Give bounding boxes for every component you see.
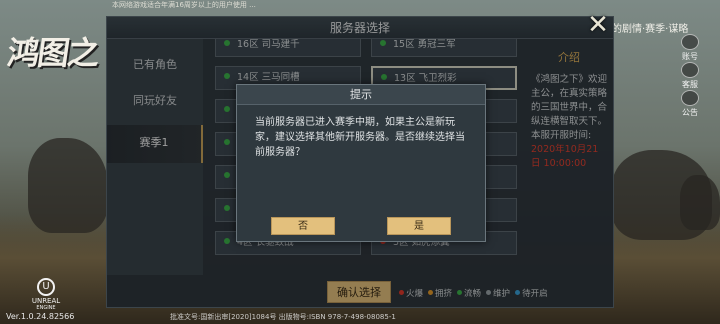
support-button[interactable]: 客服 (670, 62, 710, 90)
account-label: 账号 (682, 52, 698, 61)
confirm-dialog: 提示 当前服务器已进入赛季中期，如果主公是新玩家，建议选择其他新开服务器。是否继… (236, 84, 486, 242)
version-label: Ver.1.0.24.82566 (6, 312, 75, 321)
support-label: 客服 (682, 80, 698, 89)
health-notice: 本网络游戏适合年满16周岁以上的用户使用 ... (112, 1, 256, 9)
unreal-engine-icon: U (37, 278, 55, 296)
game-logo: 鸿图之 (5, 34, 101, 72)
background-horse-rider (28, 138, 108, 233)
dialog-title: 提示 (237, 85, 485, 105)
dialog-message: 当前服务器已进入赛季中期，如果主公是新玩家，建议选择其他新开服务器。是否继续选择… (255, 117, 465, 158)
no-button[interactable]: 否 (271, 217, 335, 235)
account-button[interactable]: 账号 (670, 34, 710, 62)
user-icon (681, 34, 699, 50)
banner-text: 的剧情·赛季·谋略 (612, 24, 689, 35)
support-icon (681, 62, 699, 78)
announcement-label: 公告 (682, 108, 698, 117)
announcement-button[interactable]: 公告 (670, 90, 710, 118)
background-soldier (680, 175, 720, 230)
yes-button[interactable]: 是 (387, 217, 451, 235)
copyright-text: 批准文号:国新出审[2020]1084号 出版物号:ISBN 978-7-498… (170, 313, 396, 321)
unreal-engine-logo: U UNREAL ENGINE (22, 278, 70, 311)
unreal-engine-line2: ENGINE (36, 304, 56, 311)
announcement-icon (681, 90, 699, 106)
close-cross-icon[interactable]: ✕ (584, 12, 612, 40)
